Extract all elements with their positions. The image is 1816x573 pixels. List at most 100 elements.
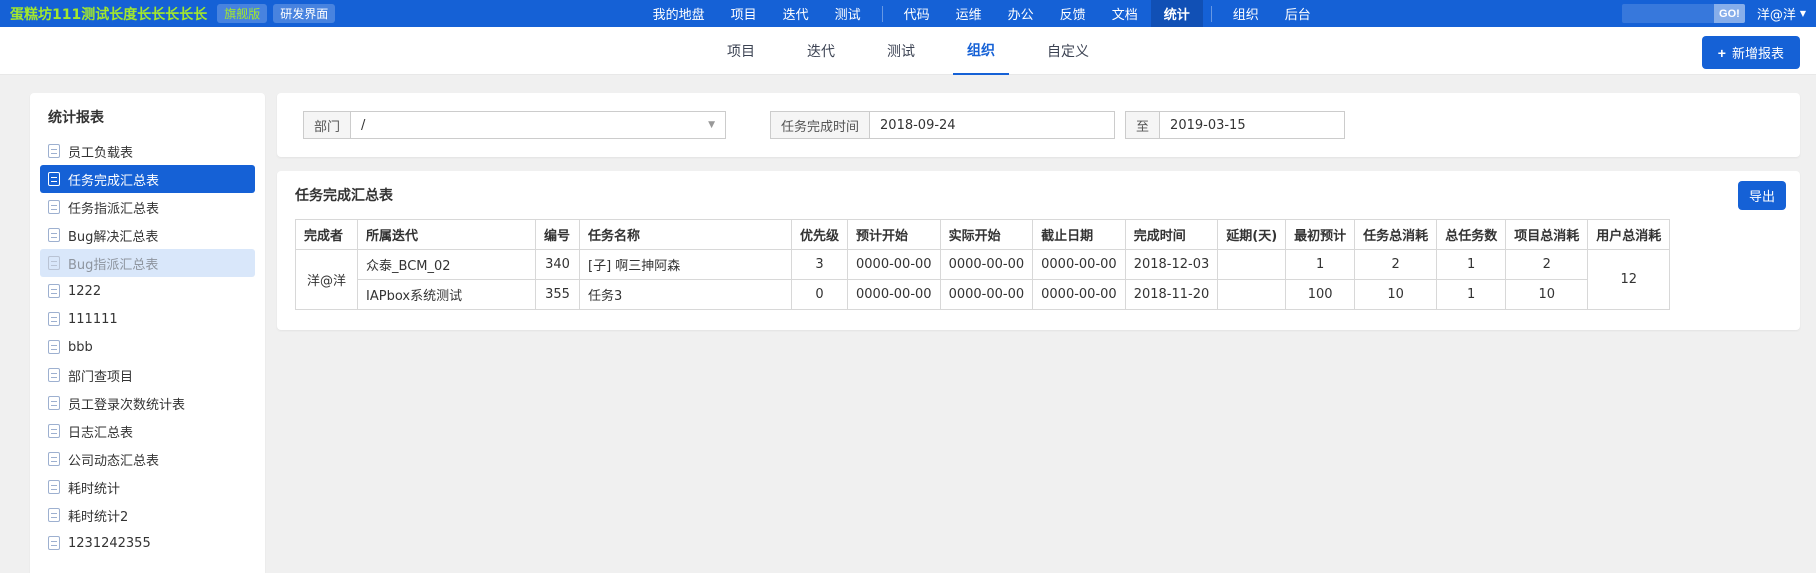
navbar-right: GO! 洋@洋 ▼ (1622, 0, 1806, 27)
end-date-input[interactable]: 2019-03-15 (1160, 111, 1346, 139)
nav-item-dashboard[interactable]: 我的地盘 (640, 0, 718, 27)
nav-item-sprint[interactable]: 迭代 (770, 0, 822, 27)
sidebar-item-task-finish-summary[interactable]: 任务完成汇总表 (40, 165, 255, 193)
sidebar-item-employee-load[interactable]: 员工负载表 (40, 137, 255, 165)
task-id-cell: 355 (535, 279, 580, 310)
sidebar-title: 统计报表 (48, 110, 104, 126)
nav-item-test[interactable]: 测试 (822, 0, 874, 27)
task-consumed-cell: 2 (1354, 249, 1438, 280)
nav-separator (881, 5, 883, 22)
deadline-cell: 0000-00-00 (1032, 279, 1126, 310)
start-date-input[interactable]: 2018-09-24 (870, 111, 1116, 139)
edition-badge: 旗舰版 (217, 4, 268, 23)
sidebar-item-111111[interactable]: 111111 (40, 305, 255, 333)
act-start-cell: 0000-00-00 (939, 279, 1034, 310)
to-label: 至 (1125, 111, 1161, 139)
sidebar-item-label: bbb (68, 339, 93, 355)
nav-item-organization[interactable]: 组织 (1220, 0, 1272, 27)
act-start-cell: 0000-00-00 (939, 249, 1034, 280)
deadline-cell: 0000-00-00 (1032, 249, 1126, 280)
nav-item-admin[interactable]: 后台 (1272, 0, 1324, 27)
department-select[interactable]: / ▼ (351, 111, 727, 139)
document-icon (48, 312, 60, 326)
project-consumed-cell: 2 (1505, 249, 1589, 280)
main-menu: 我的地盘 项目 迭代 测试 代码 运维 办公 反馈 文档 统计 组织 后台 (341, 0, 1622, 27)
sidebar-item-label: Bug指派汇总表 (68, 257, 159, 273)
col-iteration: 所属迭代 (357, 219, 536, 250)
finished-time-cell: 2018-11-20 (1124, 279, 1219, 310)
tab-test[interactable]: 测试 (873, 28, 929, 74)
nav-item-stats[interactable]: 统计 (1150, 0, 1203, 27)
report-title: 任务完成汇总表 (295, 188, 393, 204)
task-count-cell: 1 (1436, 279, 1507, 310)
col-initial-estimate: 最初预计 (1285, 219, 1356, 250)
sidebar-item-label: 耗时统计2 (68, 509, 129, 525)
sidebar-item-log-summary[interactable]: 日志汇总表 (40, 417, 255, 445)
nav-item-project[interactable]: 项目 (718, 0, 770, 27)
iteration-cell: 众泰_BCM_02 (357, 249, 536, 280)
sidebar-item-1231242355[interactable]: 1231242355 (40, 529, 255, 557)
report-sidebar: 统计报表 员工负载表 任务完成汇总表 任务指派汇总表 Bug解决汇总表 Bug指… (30, 93, 265, 573)
est-start-cell: 0000-00-00 (847, 279, 941, 310)
sidebar-item-1222[interactable]: 1222 (40, 277, 255, 305)
tab-project[interactable]: 项目 (713, 28, 769, 74)
sidebar-item-bug-assign-summary[interactable]: Bug指派汇总表 (40, 249, 255, 277)
col-priority: 优先级 (790, 219, 849, 250)
add-report-button[interactable]: + 新增报表 (1701, 36, 1800, 69)
sub-navbar: 项目 迭代 测试 组织 自定义 + 新增报表 (0, 27, 1816, 75)
initial-estimate-cell: 100 (1285, 279, 1356, 310)
document-icon (48, 200, 60, 214)
chevron-down-icon: ▼ (708, 120, 716, 130)
col-user-consumed: 用户总消耗 (1587, 219, 1671, 250)
sidebar-item-bbb[interactable]: bbb (40, 333, 255, 361)
tab-organization[interactable]: 组织 (953, 27, 1009, 75)
document-icon (48, 480, 60, 494)
nav-item-feedback[interactable]: 反馈 (1047, 0, 1099, 27)
tab-sprint[interactable]: 迭代 (793, 28, 849, 74)
sidebar-item-time-stats[interactable]: 耗时统计 (40, 473, 255, 501)
tab-custom[interactable]: 自定义 (1033, 28, 1103, 74)
col-finished-time: 完成时间 (1124, 219, 1219, 250)
search-input[interactable] (1622, 4, 1715, 23)
report-card: 任务完成汇总表 导出 完成者 所属迭代 编号 任务名称 优先级 预计开始 实际开… (277, 171, 1800, 330)
document-icon (48, 508, 60, 522)
ui-mode-badge[interactable]: 研发界面 (273, 4, 336, 23)
nav-item-doc[interactable]: 文档 (1099, 0, 1151, 27)
document-icon (48, 396, 60, 410)
user-menu[interactable]: 洋@洋 ▼ (1757, 4, 1806, 23)
sidebar-item-time-stats-2[interactable]: 耗时统计2 (40, 501, 255, 529)
main-panel: 部门 / ▼ 任务完成时间 2018-09-24 至 2019-03-15 任务… (277, 93, 1800, 573)
delay-cell (1217, 249, 1287, 280)
sidebar-item-bug-resolve-summary[interactable]: Bug解决汇总表 (40, 221, 255, 249)
document-icon (48, 452, 60, 466)
sidebar-item-task-assign-summary[interactable]: 任务指派汇总表 (40, 193, 255, 221)
global-search: GO! (1622, 4, 1745, 23)
col-deadline: 截止日期 (1032, 219, 1126, 250)
export-button[interactable]: 导出 (1737, 181, 1786, 210)
department-label: 部门 (303, 111, 352, 139)
sidebar-item-label: 员工负载表 (68, 145, 134, 161)
sidebar-item-company-dynamics[interactable]: 公司动态汇总表 (40, 445, 255, 473)
nav-item-ops[interactable]: 运维 (943, 0, 995, 27)
task-name-cell: 任务3 (579, 279, 792, 310)
initial-estimate-cell: 1 (1285, 249, 1356, 280)
col-task-consumed: 任务总消耗 (1354, 219, 1438, 250)
sidebar-item-label: Bug解决汇总表 (68, 229, 159, 245)
add-report-label: 新增报表 (1731, 46, 1784, 61)
sidebar-item-dept-projects[interactable]: 部门查项目 (40, 361, 255, 389)
department-value: / (361, 117, 366, 133)
sidebar-item-login-count[interactable]: 员工登录次数统计表 (40, 389, 255, 417)
document-icon (48, 536, 60, 550)
document-icon (48, 256, 60, 270)
search-go-button[interactable]: GO! (1714, 4, 1745, 23)
sidebar-item-label: 111111 (68, 311, 118, 327)
nav-item-code[interactable]: 代码 (891, 0, 943, 27)
sidebar-item-label: 公司动态汇总表 (68, 453, 160, 469)
finish-time-label: 任务完成时间 (770, 111, 871, 139)
col-finisher: 完成者 (295, 219, 358, 250)
col-id: 编号 (535, 219, 580, 250)
content-area: 统计报表 员工负载表 任务完成汇总表 任务指派汇总表 Bug解决汇总表 Bug指… (0, 75, 1816, 573)
sidebar-item-label: 1231242355 (68, 535, 151, 551)
sidebar-item-label: 耗时统计 (68, 481, 121, 497)
nav-item-office[interactable]: 办公 (995, 0, 1047, 27)
